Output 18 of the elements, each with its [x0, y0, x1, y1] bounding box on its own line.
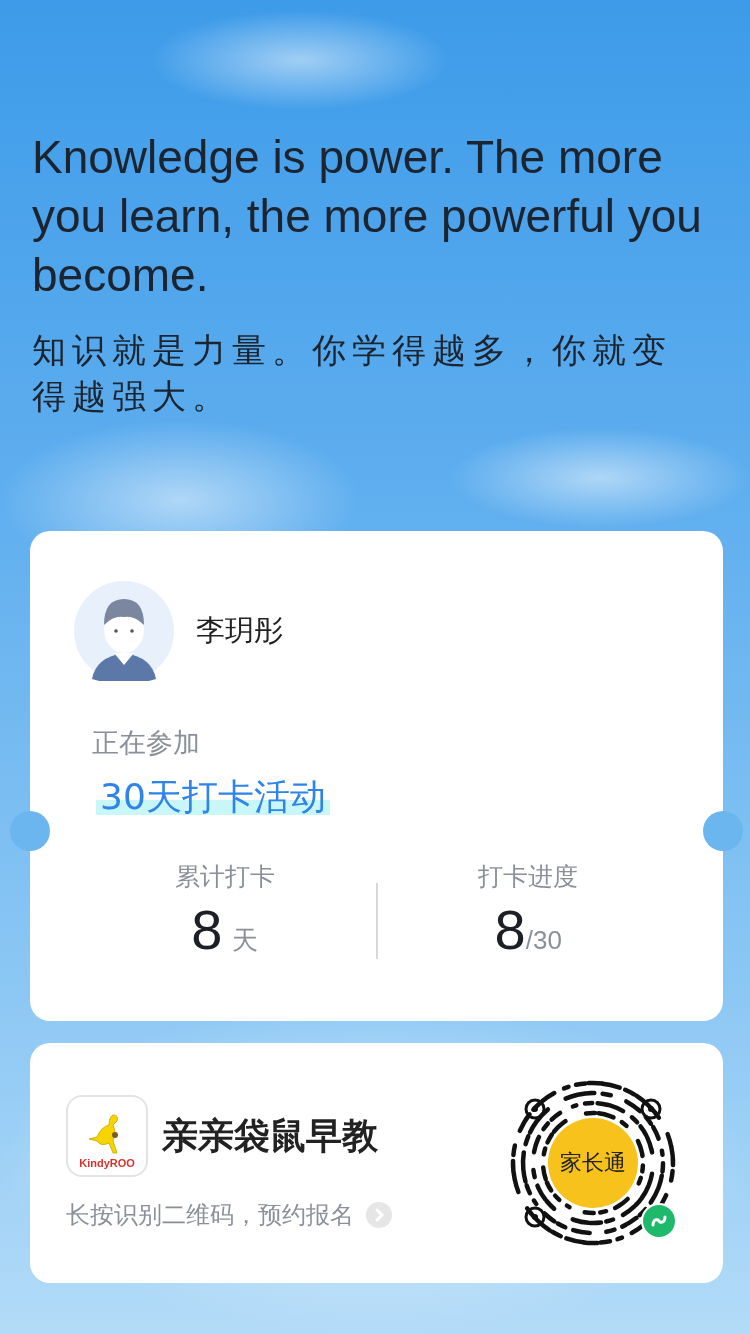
chevron-right-icon: [366, 1202, 392, 1228]
brand-name: 亲亲袋鼠早教: [162, 1113, 378, 1158]
stat-unit: /30: [525, 925, 562, 956]
stat-value: 8: [494, 899, 526, 961]
stat-label: 累计打卡: [174, 861, 275, 893]
stat-value: 8: [191, 899, 223, 961]
qr-hint: 长按识别二维码，预约报名: [66, 1200, 354, 1231]
logo-text: KindyROO: [79, 1157, 135, 1169]
stat-label: 打卡进度: [478, 861, 579, 893]
user-name: 李玥彤: [196, 612, 283, 649]
quote-english: Knowledge is power. The more you learn, the more powerful you become.: [32, 130, 703, 303]
card-notch: [10, 811, 50, 851]
card-notch: [703, 811, 743, 851]
activity-label: 正在参加: [92, 726, 201, 760]
avatar-icon: [74, 581, 174, 681]
qr-center-label: 家长通: [548, 1118, 638, 1208]
stat-unit: 天: [232, 924, 259, 957]
quote-chinese: 知识就是力量。你学得越多，你就变得越强大。: [32, 329, 673, 418]
